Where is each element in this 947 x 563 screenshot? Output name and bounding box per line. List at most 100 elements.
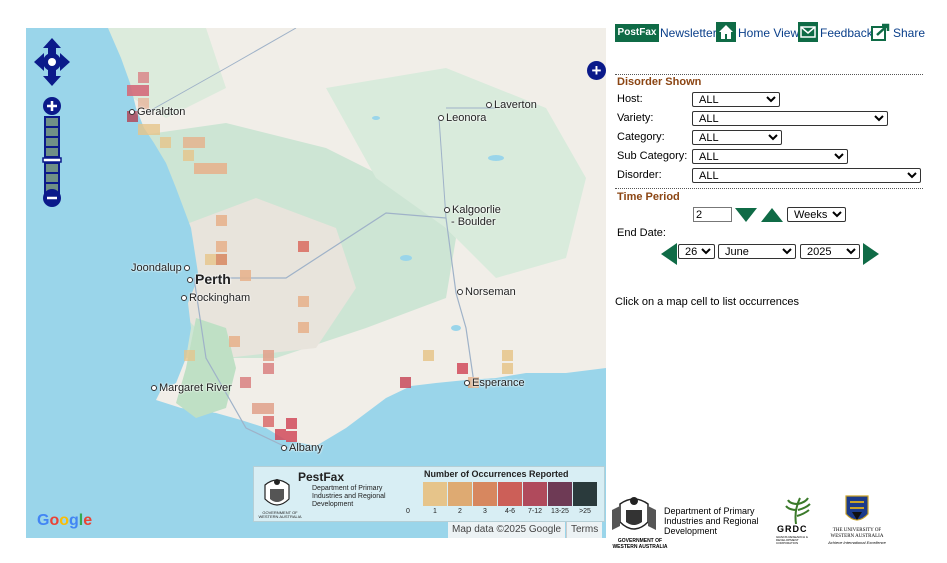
map-cell[interactable] [240, 377, 251, 388]
map-cell[interactable] [184, 350, 195, 361]
category-select[interactable]: ALL [692, 130, 782, 145]
map-cell[interactable] [183, 137, 194, 148]
city-dot-icon [464, 380, 470, 387]
legend-swatch-label: >25 [579, 508, 591, 515]
period-input[interactable] [693, 207, 732, 222]
city-label-geraldton: Geraldton [129, 106, 185, 118]
map-zoom-control[interactable] [42, 96, 62, 208]
map-cell[interactable] [263, 350, 274, 361]
subcategory-select[interactable]: ALL [692, 149, 848, 164]
newsletter-link[interactable]: Newsletter [660, 26, 717, 40]
period-unit-select[interactable]: Weeks [787, 207, 846, 222]
map-cell[interactable] [205, 163, 216, 174]
map-cell[interactable] [298, 241, 309, 252]
government-caption: GOVERNMENT OF WESTERN AUSTRALIA [258, 510, 302, 519]
legend-swatch [548, 482, 572, 506]
map-area[interactable]: Geraldton Leonora Laverton Kalgoorlie - … [26, 28, 606, 538]
map-cell[interactable] [216, 241, 227, 252]
share-link[interactable]: Share [893, 26, 925, 40]
map-cell[interactable] [263, 416, 274, 427]
previous-date-arrow-icon[interactable] [661, 243, 677, 265]
legend-swatch-label: 1 [433, 508, 437, 515]
city-name: Esperance [472, 377, 525, 389]
home-view-link[interactable]: Home View [738, 26, 799, 40]
map-cell[interactable] [138, 85, 149, 96]
map-cell[interactable] [138, 72, 149, 83]
legend-swatch [448, 482, 472, 506]
map-cell[interactable] [275, 429, 286, 440]
city-label-joondalup: Joondalup [131, 262, 192, 274]
map-cell[interactable] [160, 137, 171, 148]
legend-swatch-label: 3 [483, 508, 487, 515]
map-cell[interactable] [194, 163, 205, 174]
map-cell[interactable] [298, 296, 309, 307]
zoom-slider-handle[interactable] [42, 157, 62, 163]
legend-brand: PestFax [298, 470, 345, 484]
next-date-arrow-icon[interactable] [863, 243, 879, 265]
category-label: Category: [617, 131, 665, 143]
share-icon[interactable] [871, 22, 891, 42]
year-select[interactable]: 2025 [800, 244, 860, 259]
feedback-link[interactable]: Feedback [820, 26, 873, 40]
map-cell[interactable] [138, 124, 149, 135]
city-name: Albany [289, 442, 323, 454]
city-dot-icon [457, 289, 463, 296]
map-cell[interactable] [216, 163, 227, 174]
map-cell[interactable] [183, 150, 194, 161]
legend-swatch-label: 7-12 [527, 508, 542, 515]
map-cell[interactable] [286, 431, 297, 442]
map-cell[interactable] [286, 418, 297, 429]
city-dot-icon [151, 385, 157, 392]
map-cell[interactable] [502, 363, 513, 374]
map-cell[interactable] [149, 124, 160, 135]
wa-crest-icon [612, 497, 656, 530]
map-cell[interactable] [127, 85, 138, 96]
city-name: Geraldton [137, 106, 186, 118]
map-cell[interactable] [457, 363, 468, 374]
city-name: Norseman [465, 286, 516, 298]
city-dot-icon [187, 277, 193, 284]
map-cell[interactable] [298, 322, 309, 333]
map-pan-control[interactable] [34, 38, 70, 86]
city-label-leonora: Leonora [438, 112, 486, 124]
map-cell[interactable] [216, 215, 227, 226]
city-label-norseman: Norseman [457, 286, 516, 298]
disorder-label: Disorder: [617, 169, 662, 181]
host-select[interactable]: ALL [692, 92, 780, 107]
subcategory-label: Sub Category: [617, 150, 688, 162]
city-name: Perth [195, 271, 231, 287]
map-cell[interactable] [263, 403, 274, 414]
map-cell[interactable] [240, 270, 251, 281]
mail-icon[interactable] [798, 22, 818, 42]
month-select[interactable]: June [718, 244, 796, 259]
city-label-albany: Albany [281, 442, 323, 454]
map-cell[interactable] [502, 350, 513, 361]
map-cell[interactable] [263, 363, 274, 374]
increase-arrow-icon[interactable] [761, 208, 783, 222]
variety-select[interactable]: ALL [692, 111, 888, 126]
map-cell[interactable] [194, 137, 205, 148]
disorder-select[interactable]: ALL [692, 168, 921, 183]
city-dot-icon [438, 115, 444, 122]
uwa-crest-icon [845, 495, 869, 521]
day-select[interactable]: 26 [678, 244, 715, 259]
decrease-arrow-icon[interactable] [735, 208, 757, 222]
map-cell[interactable] [216, 254, 227, 265]
city-dot-icon [181, 295, 187, 302]
postfax-badge[interactable]: PostFax [615, 24, 659, 42]
map-cell[interactable] [229, 336, 240, 347]
host-label: Host: [617, 93, 643, 105]
legend-department: Department of Primary Industries and Reg… [312, 485, 386, 508]
map-cell[interactable] [252, 403, 263, 414]
map-terms-link[interactable]: Terms [566, 522, 603, 538]
map-hint-text: Click on a map cell to list occurrences [615, 296, 800, 308]
city-label-esperance: Esperance [464, 377, 525, 389]
home-icon[interactable] [716, 22, 736, 42]
grdc-logo: GRDC GRAINS RESEARCH & DEVELOPMENT CORPO… [776, 496, 816, 548]
map-cell[interactable] [423, 350, 434, 361]
map-cell[interactable] [400, 377, 411, 388]
map-cell[interactable] [205, 254, 216, 265]
map-expand-button[interactable]: + [587, 61, 606, 80]
map-attribution[interactable]: Map data ©2025 Google [448, 522, 566, 538]
city-name: Kalgoorlie [452, 204, 501, 216]
